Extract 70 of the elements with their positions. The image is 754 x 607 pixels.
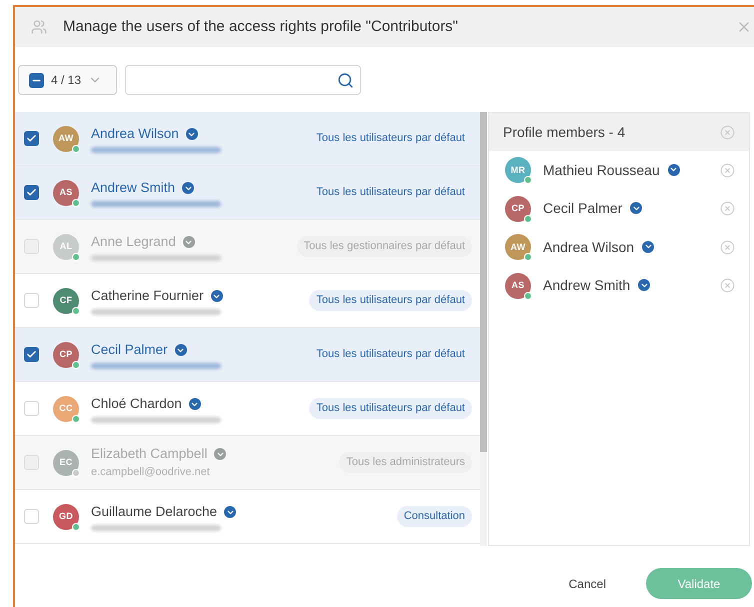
profile-tag: Consultation [396,506,472,527]
profile-tag: Tous les utilisateurs par défaut [309,398,472,419]
verified-icon [214,448,226,460]
avatar: GD [53,504,79,530]
user-name: Catherine Fournier [91,286,204,305]
partial-checkbox[interactable] [29,72,44,88]
check-icon [26,349,37,360]
avatar: AW [505,234,531,260]
search-icon[interactable] [337,72,354,88]
member-name: Andrew Smith [543,276,630,296]
search-field[interactable] [125,65,361,95]
check-icon [26,133,37,144]
users-icon [31,19,47,35]
verified-icon [642,240,654,253]
remove-icon[interactable] [720,278,735,294]
avatar: AS [53,180,79,206]
selection-dropdown[interactable]: 4 / 13 [18,65,117,95]
profile-tag: Tous les utilisateurs par défaut [309,128,472,149]
user-name: Anne Legrand [91,232,176,251]
user-name: Chloé Chardon [91,394,182,413]
profile-tag: Tous les gestionnaires par défaut [296,236,472,257]
verified-icon [174,344,187,356]
cancel-button[interactable]: Cancel [558,568,616,598]
verified-icon [630,202,642,214]
user-email: e.campbell@oodrive.net [91,465,211,480]
remove-icon[interactable] [720,201,735,216]
row-checkbox[interactable] [24,185,39,200]
avatar: CP [505,196,531,222]
avatar: CF [53,288,79,314]
member-name: Cecil Palmer [543,199,622,218]
verified-icon [224,506,236,518]
avatar: AS [505,272,531,299]
members-title: Profile members - 4 [503,122,626,142]
avatar: AW [53,126,79,152]
user-row[interactable]: AW Andrea Wilson Tous les utilisateurs par défaut [15,112,480,166]
user-name: Cecil Palmer [91,340,168,359]
verified-icon [182,182,194,194]
user-row[interactable]: CP Cecil Palmer Tous les utilisateurs par défaut [15,328,480,382]
user-row[interactable]: AS Andrew Smith Tous les utilisateurs par défaut [15,166,480,220]
clear-icon[interactable] [720,124,735,140]
profile-tag: Tous les utilisateurs par défaut [309,182,472,203]
verified-icon [210,290,223,302]
scrollbar[interactable] [480,112,487,546]
profile-tag: Tous les administrateurs [339,452,472,473]
check-icon [26,187,37,198]
dialog-title: Manage the users of the access rights profile "Contributors" [63,16,460,37]
verified-icon [188,398,201,410]
avatar: EC [53,450,79,476]
verified-icon [668,164,680,176]
member-name: Andrea Wilson [543,238,634,257]
avatar: CC [53,396,79,422]
remove-icon[interactable] [720,162,735,178]
user-name: Andrea Wilson [91,124,179,143]
member-name: Mathieu Rousseau [543,160,660,180]
row-checkbox[interactable] [24,293,39,308]
avatar: CP [53,342,79,368]
profile-tag: Tous les utilisateurs par défaut [309,344,472,365]
verified-icon [638,279,650,292]
row-checkbox[interactable] [24,401,39,416]
row-checkbox[interactable] [24,347,39,362]
row-checkbox[interactable] [24,131,39,146]
row-checkbox[interactable] [24,509,39,524]
verified-icon [186,128,198,140]
remove-icon[interactable] [720,240,735,255]
profile-tag: Tous les utilisateurs par défaut [309,290,472,311]
avatar: MR [505,157,531,184]
user-name: Guillaume Delaroche [91,502,218,521]
verified-icon [182,236,195,248]
user-name: Andrew Smith [91,178,176,197]
user-name: Elizabeth Campbell [91,445,208,464]
